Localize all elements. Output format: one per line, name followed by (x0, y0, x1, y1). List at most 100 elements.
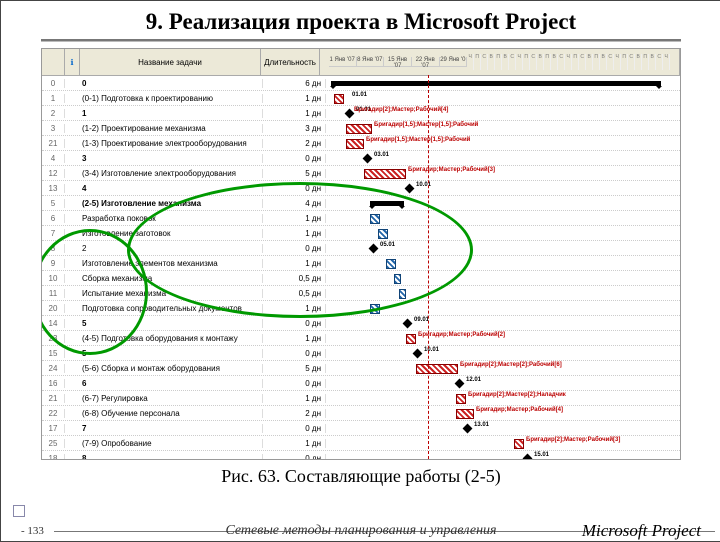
resource-label: Бригадир[1,5];Мастер[1,5];Рабочий (374, 122, 478, 128)
task-name: 1 (80, 109, 263, 118)
milestone-icon[interactable] (345, 109, 355, 119)
task-bar[interactable] (406, 334, 416, 344)
task-bar[interactable] (456, 409, 474, 419)
task-name: (0-1) Подготовка к проектированию (80, 94, 263, 103)
row-number: 2 (42, 109, 65, 118)
gantt-cell: 15.01 (326, 452, 680, 460)
gantt-cell: Бригадир[1,5];Мастер[1,5];Рабочий (326, 122, 680, 134)
title-rule (41, 39, 681, 42)
task-name: (1-2) Проектирование механизма (80, 124, 263, 133)
table-row[interactable]: 211 дн01.01Бригадир[2];Мастер;Рабочий[4] (42, 106, 680, 121)
task-bar[interactable] (334, 94, 344, 104)
row-number: 1 (42, 94, 65, 103)
milestone-icon[interactable] (363, 154, 373, 164)
task-name: (1-3) Проектирование электрооборудования (80, 139, 263, 148)
row-number: 18 (42, 454, 65, 461)
highlight-circle-right (127, 182, 473, 318)
task-bar[interactable] (416, 364, 458, 374)
resource-label: Бригадир;Мастер;Рабочий[4] (476, 407, 563, 413)
date-label: 12.01 (466, 377, 481, 383)
task-bar[interactable] (514, 439, 524, 449)
date-label: 13.01 (474, 422, 489, 428)
row-number: 21 (42, 139, 65, 148)
date-label: 03.01 (374, 152, 389, 158)
milestone-icon[interactable] (413, 349, 423, 359)
row-number: 15 (42, 349, 65, 358)
task-duration: 0 дн (263, 454, 326, 461)
task-duration: 0 дн (263, 349, 326, 358)
task-bar[interactable] (346, 139, 364, 149)
task-bar[interactable] (364, 169, 406, 179)
task-name: 3 (80, 154, 263, 163)
gantt-cell (326, 77, 680, 89)
gantt-cell: 12.01 (326, 377, 680, 389)
table-row[interactable]: 25(7-9) Опробование1 днБригадир[2];Масте… (42, 436, 680, 451)
milestone-icon[interactable] (405, 184, 415, 194)
table-row[interactable]: 430 дн03.01 (42, 151, 680, 166)
resource-label: Бригадир[2];Мастер;Рабочий[4] (354, 107, 448, 113)
gantt-cell: Бригадир[2];Мастер[2];Рабочий[6] (326, 362, 680, 374)
task-duration: 5 дн (263, 169, 326, 178)
gantt-cell: Бригадир[2];Мастер[2];Наладчик (326, 392, 680, 404)
task-name: (7-9) Опробование (80, 439, 263, 448)
summary-bar (331, 81, 661, 86)
gantt-cell: Бригадир[1,5];Мастер[1,5];Рабочий (326, 137, 680, 149)
footer-right: Microsoft Project (582, 521, 701, 541)
resource-label: Бригадир[2];Мастер;Рабочий[3] (526, 437, 620, 443)
row-number: 16 (42, 379, 65, 388)
table-row[interactable]: 3(1-2) Проектирование механизма3 днБрига… (42, 121, 680, 136)
gantt-cell: 10.01 (326, 347, 680, 359)
resource-label: Бригадир;Мастер;Рабочий[3] (408, 167, 495, 173)
table-row[interactable]: 1550 дн10.01 (42, 346, 680, 361)
task-duration: 6 дн (263, 79, 326, 88)
col-taskname: Название задачи (80, 49, 261, 75)
table-row[interactable]: 006 дн (42, 76, 680, 91)
task-name: 7 (80, 424, 263, 433)
gantt-cell: 03.01 (326, 152, 680, 164)
table-row[interactable]: 21 (1-3) Проектирование электрооборудован… (42, 136, 680, 151)
slide-title: 9. Реализация проекта в Microsoft Projec… (1, 9, 720, 35)
gantt-cell: 13.01 (326, 422, 680, 434)
header-row: ℹ Название задачи Длительность 1 Янв '07… (42, 49, 680, 76)
col-rownum (42, 49, 65, 75)
date-label: 01.01 (352, 92, 367, 98)
task-name: (5-6) Сборка и монтаж оборудования (80, 364, 263, 373)
task-duration: 1 дн (263, 439, 326, 448)
milestone-icon[interactable] (403, 319, 413, 329)
table-row[interactable]: 1 (0-1) Подготовка к проектированию1 дн 01… (42, 91, 680, 106)
col-info: ℹ (65, 49, 80, 75)
footer: - 133 Сетевые методы планирования и упра… (1, 525, 720, 537)
date-label: 09.01 (414, 317, 429, 323)
info-icon: ℹ (70, 58, 73, 67)
task-duration: 1 дн (263, 94, 326, 103)
row-number: 24 (42, 364, 65, 373)
task-duration: 1 дн (263, 109, 326, 118)
table-row[interactable]: 1770 дн13.01 (42, 421, 680, 436)
milestone-icon[interactable] (463, 424, 473, 434)
milestone-icon[interactable] (455, 379, 465, 389)
task-duration: 1 дн (263, 334, 326, 343)
row-number: 17 (42, 424, 65, 433)
table-row[interactable]: 23(4-5) Подготовка оборудования к монтаж… (42, 331, 680, 346)
task-duration: 5 дн (263, 364, 326, 373)
table-row[interactable]: 21(6-7) Регулировка1 днБригадир[2];Масте… (42, 391, 680, 406)
row-number: 4 (42, 154, 65, 163)
decor-square (13, 505, 25, 517)
milestone-icon[interactable] (523, 454, 533, 460)
task-name: (6-7) Регулировка (80, 394, 263, 403)
table-row[interactable]: 1880 дн15.01 (42, 451, 680, 460)
task-duration: 0 дн (263, 319, 326, 328)
table-row[interactable]: 1660 дн12.01 (42, 376, 680, 391)
row-number: 22 (42, 409, 65, 418)
table-row[interactable]: 24 (5-6) Сборка и монтаж оборудования5 дн… (42, 361, 680, 376)
task-bar[interactable] (456, 394, 466, 404)
task-duration: 2 дн (263, 409, 326, 418)
task-bar[interactable] (346, 124, 372, 134)
table-row[interactable]: 12(3-4) Изготовление электрооборудования… (42, 166, 680, 181)
date-label: 15.01 (534, 452, 549, 458)
table-row[interactable]: 22 (6-8) Обучение персонала2 дн Бригадир;М… (42, 406, 680, 421)
task-name: (6-8) Обучение персонала (80, 409, 263, 418)
msproject-screenshot: ℹ Название задачи Длительность 1 Янв '07… (41, 48, 681, 460)
resource-label: Бригадир;Мастер;Рабочий[2] (418, 332, 505, 338)
row-number: 3 (42, 124, 65, 133)
